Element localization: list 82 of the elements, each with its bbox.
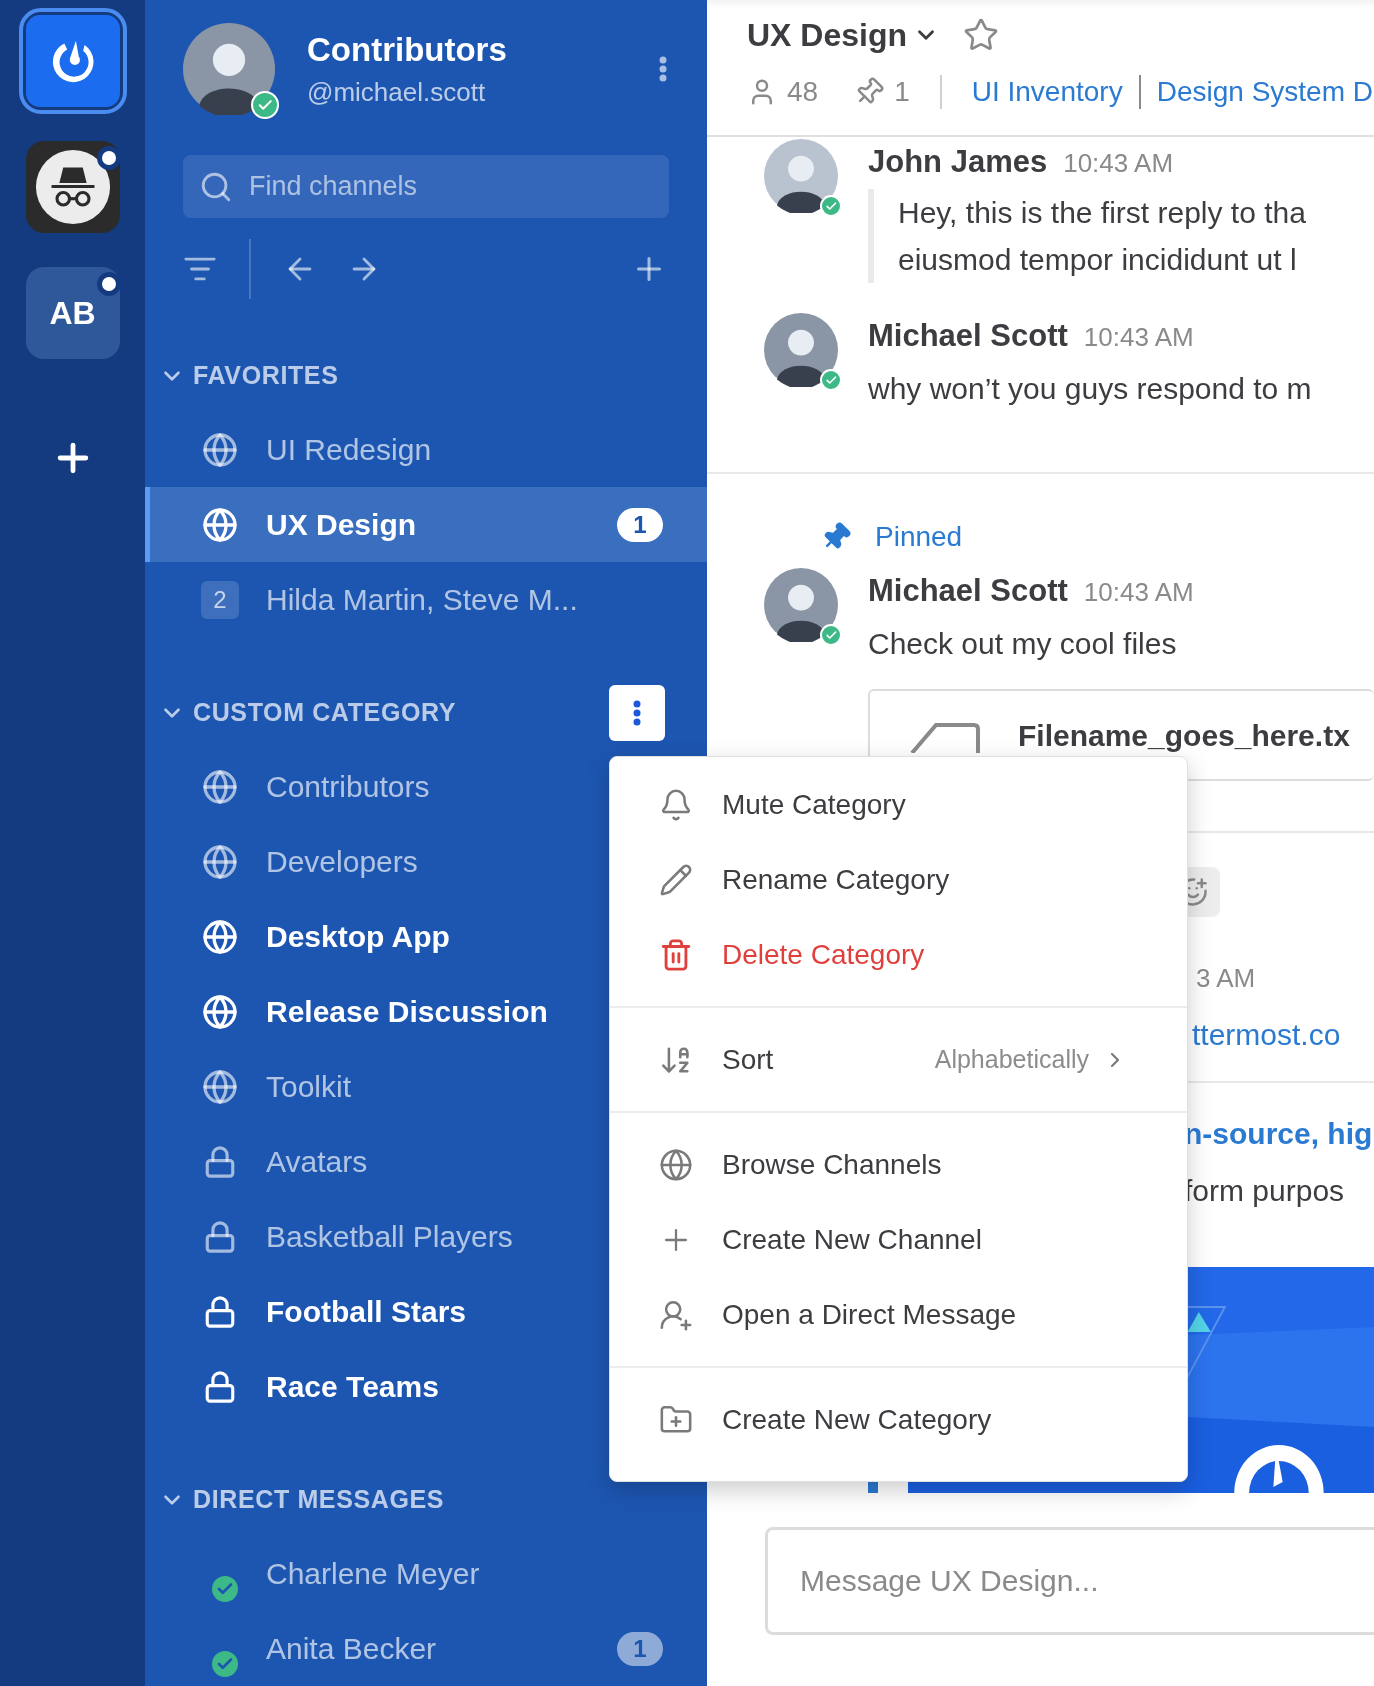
member-count-button[interactable]: 48 <box>747 71 819 113</box>
globe-icon <box>202 993 238 1030</box>
lock-icon <box>203 1219 237 1254</box>
channel-name: Hilda Martin, Steve M... <box>266 582 578 618</box>
author-name: John James <box>868 143 1048 181</box>
channel-link[interactable]: UI Inventory <box>971 71 1123 113</box>
channel-item[interactable]: Anita Becker 1 <box>145 1611 707 1686</box>
channel-name: Anita Becker <box>266 1631 437 1667</box>
team-button[interactable] <box>18 8 127 114</box>
channel-name: Toolkit <box>266 1069 352 1105</box>
menu-item-label: Mute Category <box>722 787 906 822</box>
globe-icon <box>659 1147 693 1182</box>
link-preview-title: n-source, hig <box>1184 1116 1374 1152</box>
menu-item-label: Create New Channel <box>722 1222 982 1257</box>
menu-item-label: Delete Category <box>722 937 925 972</box>
channel-title[interactable]: UX Design <box>747 11 940 59</box>
channel-item[interactable]: UI Redesign <box>145 412 707 487</box>
pinned-count-button[interactable]: 1 <box>854 71 910 113</box>
more-icon <box>659 55 667 82</box>
globe-icon <box>202 768 238 805</box>
author-name: Michael Scott <box>868 572 1068 610</box>
message-time: 10:43 AM <box>1083 321 1194 354</box>
section-header[interactable]: DIRECT MESSAGES <box>159 1481 445 1519</box>
globe-icon <box>202 1068 238 1105</box>
incognito-icon <box>33 148 112 226</box>
globe-icon <box>202 918 238 955</box>
category-menu-button[interactable] <box>609 685 665 741</box>
section-header[interactable]: CUSTOM CATEGORY <box>159 694 457 732</box>
menu-item-label: Sort <box>722 1042 774 1077</box>
menu-item-label: Open a Direct Message <box>722 1297 1017 1332</box>
member-count: 2 <box>201 580 239 619</box>
channel-name: Basketball Players <box>266 1219 513 1255</box>
team-name: Contributors <box>307 30 507 71</box>
section-header[interactable]: FAVORITES <box>159 357 339 395</box>
channel-name: Contributors <box>266 769 430 805</box>
author-name: Michael Scott <box>868 317 1068 355</box>
channel-name: Charlene Meyer <box>266 1556 480 1592</box>
globe-icon <box>202 431 238 468</box>
pencil-icon <box>659 862 693 897</box>
message-text: Hey, this is the first reply to tha <box>898 195 1306 231</box>
menu-item-label: Browse Channels <box>722 1147 942 1182</box>
channel-item[interactable]: 2 Hilda Martin, Steve M... <box>145 562 707 637</box>
more-icon <box>633 700 641 726</box>
lock-icon <box>203 1294 237 1329</box>
channel-name: Release Discussion <box>266 994 548 1030</box>
channel-name: Developers <box>266 844 418 880</box>
lock-icon <box>203 1144 237 1179</box>
favorite-button[interactable] <box>963 17 1000 53</box>
mention-badge: 1 <box>617 507 663 542</box>
message-time: 3 AM <box>1196 962 1257 995</box>
online-status-icon <box>251 91 279 119</box>
channel-name: UI Redesign <box>266 432 432 468</box>
message-time: 10:43 AM <box>1083 576 1194 609</box>
star-icon <box>963 17 1000 53</box>
globe-icon <box>202 843 238 880</box>
channel-name: Race Teams <box>266 1369 439 1405</box>
channel-item[interactable]: Charlene Meyer <box>145 1536 707 1611</box>
message-time: 10:43 AM <box>1063 147 1174 180</box>
message-text: Check out my cool files <box>868 626 1178 662</box>
channel-name: Desktop App <box>266 919 450 955</box>
message-link[interactable]: ttermost.co <box>1192 1012 1374 1057</box>
message-input[interactable]: Message UX Design... <box>765 1527 1374 1635</box>
channel-item[interactable]: UX Design 1 <box>145 487 707 562</box>
username: @michael.scott <box>307 76 487 109</box>
globe-icon <box>202 506 238 543</box>
trash-icon <box>659 937 693 972</box>
menu-item-label: Rename Category <box>722 862 950 897</box>
pinned-label: Pinned <box>875 520 963 554</box>
menu-item-value: Alphabetically <box>934 1043 1089 1075</box>
channel-name: UX Design <box>266 507 417 543</box>
mention-badge: 1 <box>617 1631 663 1666</box>
team-initials: AB <box>49 294 96 333</box>
channel-name: Avatars <box>266 1144 368 1180</box>
message-text: why won’t you guys respond to m <box>868 371 1312 407</box>
channel-link[interactable]: Design System D <box>1156 71 1373 113</box>
bell-icon <box>659 787 693 822</box>
file-name: Filename_goes_here.tx <box>1018 718 1350 754</box>
more-button[interactable] <box>659 55 667 82</box>
channel-name: Football Stars <box>266 1294 467 1330</box>
menu-item-label: Create New Category <box>722 1402 992 1437</box>
message-text: eiusmod tempor incididunt ut l <box>898 242 1298 278</box>
lock-icon <box>203 1369 237 1404</box>
